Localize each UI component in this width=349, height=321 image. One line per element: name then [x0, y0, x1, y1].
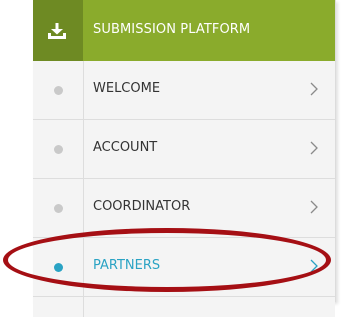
status-column [33, 238, 84, 296]
chevron-right-icon [310, 259, 318, 273]
header-title: SUBMISSION PLATFORM [93, 22, 251, 37]
chevron-right-icon [310, 82, 318, 96]
chevron-right-icon [310, 141, 318, 155]
status-dot [54, 263, 63, 272]
nav-item-label: PARTNERS [93, 258, 161, 273]
header-icon-box [33, 0, 83, 61]
download-icon [48, 23, 66, 39]
sidebar-header: SUBMISSION PLATFORM [33, 0, 335, 61]
status-dot [54, 204, 63, 213]
nav-item-account[interactable]: ACCOUNT [33, 120, 335, 179]
nav-item-label: WELCOME [93, 81, 161, 96]
status-column [33, 179, 84, 237]
chevron-right-icon [310, 200, 318, 214]
status-dot [54, 145, 63, 154]
nav-item-welcome[interactable]: WELCOME [33, 61, 335, 120]
status-column [33, 297, 84, 317]
nav-item-partners[interactable]: PARTNERS [33, 238, 335, 297]
screenshot-frame: SUBMISSION PLATFORM WELCOME ACCOUNT COOR… [0, 0, 349, 321]
status-dot [54, 86, 63, 95]
nav-item-label: ACCOUNT [93, 140, 158, 155]
status-column [33, 120, 84, 178]
status-column [33, 61, 84, 119]
submission-sidebar: SUBMISSION PLATFORM WELCOME ACCOUNT COOR… [33, 0, 336, 317]
nav-item-next[interactable] [33, 297, 335, 317]
nav-item-coordinator[interactable]: COORDINATOR [33, 179, 335, 238]
nav-item-label: COORDINATOR [93, 199, 191, 214]
